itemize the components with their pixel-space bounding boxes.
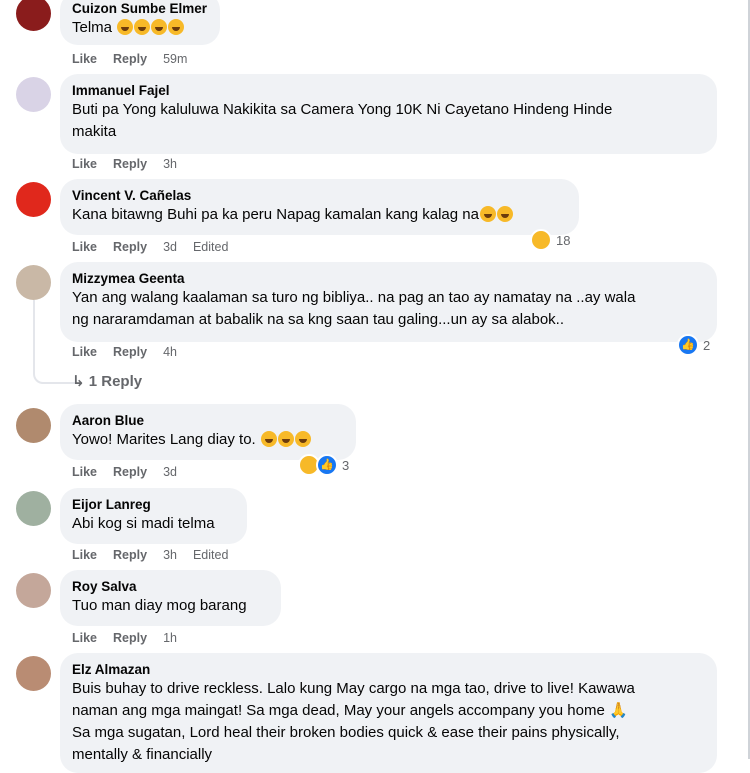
comment-bubble: Cuizon Sumbe Elmer Telma: [60, 0, 220, 45]
avatar[interactable]: [16, 265, 51, 300]
timestamp[interactable]: 3d: [163, 240, 177, 254]
reaction-summary[interactable]: 👍 2: [677, 334, 710, 356]
reply-thread-line: [33, 300, 75, 384]
laughing-emoji-icon: [260, 431, 277, 447]
comment-text: Buti pa Yong kaluluwa Nakikita sa Camera…: [72, 101, 613, 140]
timestamp[interactable]: 3d: [163, 465, 177, 479]
comment-bubble: Elz Almazan Buis buhay to drive reckless…: [60, 653, 717, 773]
avatar[interactable]: [16, 77, 51, 112]
avatar[interactable]: [16, 0, 51, 31]
comment-author[interactable]: Eijor Lanreg: [72, 496, 235, 513]
comment-bubble: Roy Salva Tuo man diay mog barang: [60, 570, 281, 626]
comment-actions: Like Reply 3h Edited: [72, 548, 244, 562]
comment-bubble: Aaron Blue Yowo! Marites Lang diay to.: [60, 404, 356, 460]
like-button[interactable]: Like: [72, 465, 97, 479]
laughing-emoji-icon: [168, 19, 185, 35]
comment-bubble: Vincent V. Cañelas Kana bitawng Buhi pa …: [60, 179, 579, 235]
comment-author[interactable]: Immanuel Fajel: [72, 82, 705, 99]
laughing-emoji-icon: [117, 19, 134, 35]
comment-bubble: Mizzymea Geenta Yan ang walang kaalaman …: [60, 262, 717, 342]
reply-arrow-icon: ↳: [72, 373, 85, 390]
timestamp[interactable]: 1h: [163, 631, 177, 645]
reply-button[interactable]: Reply: [113, 465, 147, 479]
comment-actions: Like Reply 1h: [72, 631, 193, 645]
edited-label: Edited: [192, 240, 229, 254]
like-button[interactable]: Like: [72, 631, 97, 645]
laughing-emoji-icon: [277, 431, 294, 447]
comment-text: Buis buhay to drive reckless. Lalo kung …: [72, 680, 635, 763]
reply-button[interactable]: Reply: [113, 345, 147, 359]
comment-actions: Like Reply 3d Edited: [72, 240, 244, 254]
timestamp[interactable]: 3h: [163, 157, 177, 171]
comment-bubble: Eijor Lanreg Abi kog si madi telma: [60, 488, 247, 544]
edited-label: Edited: [192, 548, 229, 562]
reply-button[interactable]: Reply: [113, 631, 147, 645]
like-reaction-icon: 👍: [316, 454, 338, 476]
like-button[interactable]: Like: [72, 52, 97, 66]
comment-author[interactable]: Cuizon Sumbe Elmer: [72, 0, 208, 17]
comment-text: Yan ang walang kaalaman sa turo ng bibli…: [72, 289, 636, 328]
comment-text: Yowo! Marites Lang diay to.: [72, 429, 344, 451]
timestamp[interactable]: 4h: [163, 345, 177, 359]
comment-actions: Like Reply 59m: [72, 52, 203, 66]
like-button[interactable]: Like: [72, 240, 97, 254]
comment-author[interactable]: Aaron Blue: [72, 412, 344, 429]
comment-text: Tuo man diay mog barang: [72, 597, 247, 614]
reply-button[interactable]: Reply: [113, 52, 147, 66]
comment-text: Kana bitawng Buhi pa ka peru Napag kamal…: [72, 204, 567, 226]
laughing-emoji-icon: [134, 19, 151, 35]
comment-bubble: Immanuel Fajel Buti pa Yong kaluluwa Nak…: [60, 74, 717, 154]
timestamp[interactable]: 59m: [163, 52, 187, 66]
reaction-summary[interactable]: 👍 3: [298, 454, 349, 476]
laughing-emoji-icon: [479, 206, 496, 222]
reaction-count: 18: [556, 232, 571, 248]
view-replies-label: 1 Reply: [88, 373, 143, 390]
laughing-emoji-icon: [496, 206, 513, 222]
like-button[interactable]: Like: [72, 157, 97, 171]
comment-author[interactable]: Roy Salva: [72, 578, 269, 595]
comment-actions: Like Reply 4h: [72, 345, 193, 359]
avatar[interactable]: [16, 408, 51, 443]
comment-author[interactable]: Mizzymea Geenta: [72, 270, 705, 287]
laughing-emoji-icon: [151, 19, 168, 35]
avatar[interactable]: [16, 491, 51, 526]
comment-actions: Like Reply 3d: [72, 465, 193, 479]
haha-reaction-icon: [530, 229, 552, 251]
avatar[interactable]: [16, 182, 51, 217]
like-reaction-icon: 👍: [677, 334, 699, 356]
like-button[interactable]: Like: [72, 548, 97, 562]
like-button[interactable]: Like: [72, 345, 97, 359]
comment-text: Abi kog si madi telma: [72, 515, 215, 532]
reply-button[interactable]: Reply: [113, 548, 147, 562]
comment-actions: Like Reply 3h: [72, 157, 193, 171]
reaction-summary[interactable]: 18: [530, 229, 570, 251]
reaction-count: 2: [703, 337, 711, 353]
avatar[interactable]: [16, 573, 51, 608]
comment-text: Telma: [72, 17, 208, 39]
laughing-emoji-icon: [294, 431, 311, 447]
timestamp[interactable]: 3h: [163, 548, 177, 562]
comment-author[interactable]: Vincent V. Cañelas: [72, 187, 567, 204]
reply-button[interactable]: Reply: [113, 157, 147, 171]
reply-button[interactable]: Reply: [113, 240, 147, 254]
view-replies-link[interactable]: ↳ 1 Reply: [72, 372, 142, 390]
comment-author[interactable]: Elz Almazan: [72, 661, 705, 678]
avatar[interactable]: [16, 656, 51, 691]
reaction-count: 3: [342, 457, 350, 473]
